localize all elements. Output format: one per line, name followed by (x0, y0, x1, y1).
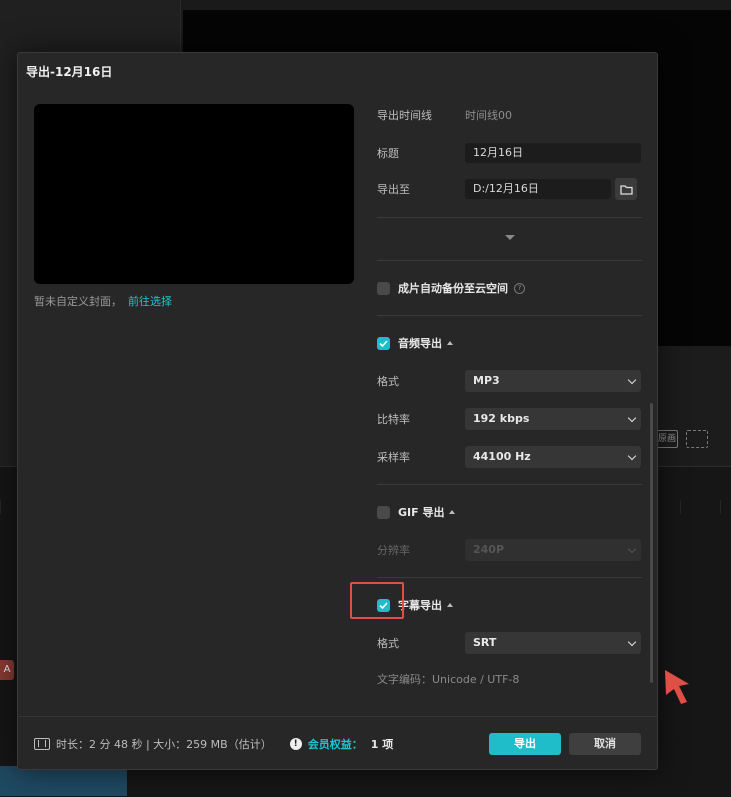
footer-info: 时长：2 分 48 秒 | 大小：259 MB（估计） ! 会员权益： 1 项 (34, 736, 393, 752)
audio-track-clip[interactable] (0, 766, 127, 796)
bitrate-row: 比特率 192 kbps (377, 408, 642, 430)
audio-format-label: 格式 (377, 375, 399, 388)
export-path-input[interactable]: D:/12月16日 (465, 179, 611, 199)
gif-export-label: GIF 导出 (398, 506, 445, 519)
gif-export-row: GIF 导出 (377, 501, 642, 523)
samplerate-value: 44100 Hz (473, 450, 531, 463)
audio-export-label: 音频导出 (398, 337, 442, 350)
gif-resolution-value: 240P (473, 543, 505, 556)
samplerate-select[interactable]: 44100 Hz (465, 446, 641, 468)
cover-text: 暂未自定义封面， (34, 295, 122, 308)
folder-button[interactable] (615, 178, 637, 200)
cloud-backup-label: 成片自动备份至云空间 (398, 282, 508, 295)
cloud-backup-row: 成片自动备份至云空间 ? (377, 277, 642, 299)
dialog-title: 导出-12月16日 (26, 65, 113, 79)
collapse-icon[interactable] (447, 341, 453, 345)
audio-format-row: 格式 MP3 (377, 370, 642, 392)
footer-divider (18, 716, 657, 717)
folder-icon (619, 184, 633, 195)
cloud-backup-checkbox[interactable] (377, 281, 390, 295)
subtitle-export-row: 字幕导出 (377, 594, 642, 616)
title-row: 标题 12月16日 (377, 142, 642, 164)
samplerate-row: 采样率 44100 Hz (377, 446, 642, 468)
divider (377, 577, 642, 578)
bitrate-value: 192 kbps (473, 412, 530, 425)
bitrate-label: 比特率 (377, 413, 410, 426)
export-to-label: 导出至 (377, 183, 410, 196)
audio-format-select[interactable]: MP3 (465, 370, 641, 392)
film-icon (34, 738, 50, 750)
subtitle-format-value: SRT (473, 636, 497, 649)
subtitle-format-select[interactable]: SRT (465, 632, 641, 654)
chevron-down-icon (627, 637, 637, 647)
divider (377, 484, 642, 485)
export-dialog: 导出-12月16日 暂未自定义封面， 前往选择 导出时间线 时间线00 标题 12… (17, 52, 658, 770)
timeline-value: 时间线00 (465, 109, 512, 122)
audio-format-value: MP3 (473, 374, 500, 387)
export-path-row: 导出至 D:/12月16日 (377, 178, 642, 200)
subtitle-format-row: 格式 SRT (377, 632, 642, 654)
gif-export-checkbox[interactable] (377, 505, 390, 519)
divider (377, 260, 642, 261)
alert-icon: ! (289, 738, 302, 750)
divider (377, 315, 642, 316)
audio-export-checkbox[interactable] (377, 336, 390, 350)
cover-row: 暂未自定义封面， 前往选择 (34, 293, 172, 309)
track-badge: A (0, 660, 14, 680)
divider (377, 217, 642, 218)
title-label: 标题 (377, 147, 399, 160)
samplerate-label: 采样率 (377, 451, 410, 464)
subtitle-format-label: 格式 (377, 637, 399, 650)
chevron-down-icon (627, 375, 637, 385)
collapse-icon[interactable] (449, 510, 456, 514)
encoding-text: 文字编码：Unicode / UTF-8 (377, 673, 520, 686)
export-button[interactable]: 导出 (489, 733, 561, 755)
gif-resolution-label: 分辨率 (377, 544, 410, 557)
settings-scrollbar[interactable] (650, 403, 653, 683)
expand-more-icon[interactable] (505, 235, 515, 240)
chevron-down-icon (627, 413, 637, 423)
collapse-icon[interactable] (447, 603, 453, 607)
title-input[interactable]: 12月16日 (465, 143, 641, 163)
checkmark-icon (379, 339, 388, 347)
cancel-button[interactable]: 取消 (569, 733, 641, 755)
chevron-down-icon (627, 451, 637, 461)
fullscreen-icon[interactable] (686, 430, 708, 448)
timeline-row: 导出时间线 时间线00 (377, 104, 642, 126)
quality-icon[interactable]: 原画 (656, 430, 678, 448)
member-benefits-count: 1 项 (370, 738, 394, 751)
pointer-arrow-icon (665, 670, 689, 704)
audio-export-row: 音频导出 (377, 332, 642, 354)
member-benefits-label[interactable]: 会员权益： (308, 736, 363, 752)
chevron-down-icon (627, 544, 637, 554)
subtitle-export-label: 字幕导出 (398, 599, 442, 612)
question-circle-icon[interactable]: ? (514, 282, 525, 294)
player-toolbar-icons: 原画 (656, 430, 708, 448)
cover-preview[interactable] (34, 104, 354, 284)
gif-resolution-row: 分辨率 240P (377, 539, 642, 561)
duration-size-text: 时长：2 分 48 秒 | 大小：259 MB（估计） (56, 738, 272, 751)
bitrate-select[interactable]: 192 kbps (465, 408, 641, 430)
choose-cover-link[interactable]: 前往选择 (128, 295, 172, 308)
gif-resolution-select[interactable]: 240P (465, 539, 641, 561)
annotation-highlight-box (350, 582, 404, 619)
timeline-label: 导出时间线 (377, 109, 432, 122)
